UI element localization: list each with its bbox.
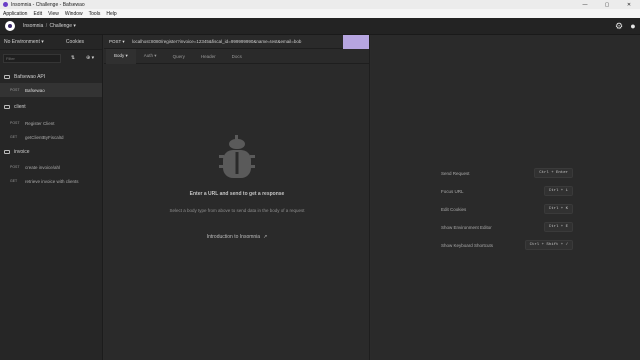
request-method: POST (10, 165, 20, 169)
sort-icon[interactable]: ⇅ (70, 55, 76, 61)
request-label: Register Client (25, 120, 55, 126)
external-link-icon: ↗ (263, 234, 268, 240)
sidebar: No Environment ▾ Cookies ⇅ ⊕ ▾ Bafsewao … (0, 35, 103, 360)
tab-auth[interactable]: Auth ▾ (136, 49, 165, 64)
request-item[interactable]: GET retrieve invoice with clients (0, 174, 102, 188)
sidebar-top: No Environment ▾ Cookies (0, 35, 102, 50)
response-pane: Send Request Ctrl + Enter Focus URL Ctrl… (371, 35, 640, 360)
breadcrumb-current[interactable]: Challenge (49, 23, 72, 29)
shortcut-keys: Ctrl + E (543, 222, 573, 232)
empty-state: Enter a URL and send to get a response S… (104, 135, 370, 240)
tab-query[interactable]: Query (165, 49, 193, 64)
shortcut-keys: Ctrl + K (543, 204, 573, 214)
folder-item[interactable]: Bafsewao API (0, 71, 102, 83)
shortcut-label: Focus URL (441, 188, 464, 194)
url-input[interactable]: localhost:8080/register?invoice=12345&fi… (132, 36, 343, 48)
introduction-link-label: Introduction to Insomnia (206, 234, 261, 240)
shortcut-row: Show Environment Editor Ctrl + E (441, 218, 573, 236)
method-select[interactable]: POST ▾ (104, 39, 132, 45)
folder-label: client (14, 104, 26, 110)
folder-icon (4, 105, 10, 109)
tab-docs[interactable]: Docs (224, 49, 250, 64)
shortcut-label: Show Environment Editor (441, 224, 492, 230)
send-button[interactable] (343, 34, 369, 49)
shortcut-keys: Ctrl + Enter (534, 168, 573, 178)
tab-body[interactable]: Body ▾ (106, 48, 136, 64)
filter-row: ⇅ ⊕ ▾ (0, 50, 102, 66)
shortcuts-list: Send Request Ctrl + Enter Focus URL Ctrl… (441, 164, 573, 254)
request-pane: POST ▾ localhost:8080/register?invoice=1… (104, 34, 370, 360)
window-controls: — ▢ ✕ (574, 0, 640, 9)
request-method: POST (10, 121, 20, 125)
request-label: Bafsewao (25, 87, 45, 93)
menu-application[interactable]: Application (3, 11, 27, 17)
shortcut-keys: Ctrl + Shift + / (524, 240, 573, 250)
introduction-link[interactable]: Introduction to Insomnia ↗ (207, 234, 268, 240)
insomnia-logo-icon[interactable] (5, 21, 15, 31)
request-label: create invoice/ahl (25, 164, 61, 170)
shortcut-row: Send Request Ctrl + Enter (441, 164, 573, 182)
folder-label: invoice (14, 149, 30, 155)
add-icon[interactable]: ⊕ ▾ (86, 55, 94, 61)
menu-help[interactable]: Help (106, 11, 116, 17)
breadcrumb-separator: / (45, 23, 48, 29)
url-bar: POST ▾ localhost:8080/register?invoice=1… (104, 34, 369, 49)
menu-bar: Application Edit View Window Tools Help (0, 9, 640, 18)
gear-icon[interactable]: ⚙ (612, 18, 626, 35)
bug-icon (219, 135, 255, 178)
minimize-icon[interactable]: — (574, 0, 596, 9)
tab-header[interactable]: Header (193, 49, 224, 64)
request-method: GET (10, 135, 18, 139)
chevron-down-icon[interactable]: ▾ (73, 23, 76, 29)
breadcrumb: Insomnia / Challenge ▾ (23, 23, 76, 29)
shortcut-label: Edit Cookies (441, 206, 467, 212)
request-tree: Bafsewao API POST Bafsewao client POST R… (0, 66, 102, 188)
window-title: Insomnia - Challenge - Bafsewao (11, 1, 85, 8)
menu-view[interactable]: View (48, 11, 59, 17)
empty-title: Enter a URL and send to get a response (189, 191, 285, 197)
cookies-button[interactable]: Cookies (66, 39, 84, 45)
request-item[interactable]: POST Bafsewao (0, 83, 102, 97)
folder-icon (4, 75, 10, 79)
environment-selector[interactable]: No Environment ▾ (4, 39, 44, 45)
request-item[interactable]: POST create invoice/ahl (0, 160, 102, 174)
breadcrumb-root[interactable]: Insomnia (23, 23, 43, 29)
folder-label: Bafsewao API (14, 74, 46, 80)
empty-subtitle: Select a body type from above to send da… (169, 208, 305, 213)
app-logo-icon (3, 2, 8, 7)
folder-item[interactable]: invoice (0, 146, 102, 158)
maximize-icon[interactable]: ▢ (596, 0, 618, 9)
close-icon[interactable]: ✕ (618, 0, 640, 9)
request-item[interactable]: POST Register Client (0, 116, 102, 130)
request-item[interactable]: GET getClientByFiscalId (0, 130, 102, 144)
shortcut-keys: Ctrl + L (543, 186, 573, 196)
app-header: Insomnia / Challenge ▾ ⚙ ● (0, 18, 640, 35)
folder-icon (4, 150, 10, 154)
folder-item[interactable]: client (0, 101, 102, 113)
shortcut-row: Edit Cookies Ctrl + K (441, 200, 573, 218)
window-titlebar: Insomnia - Challenge - Bafsewao — ▢ ✕ (0, 0, 640, 9)
shortcut-row: Focus URL Ctrl + L (441, 182, 573, 200)
menu-window[interactable]: Window (65, 11, 83, 17)
menu-tools[interactable]: Tools (89, 11, 101, 17)
filter-input[interactable] (3, 53, 61, 63)
shortcut-label: Send Request (441, 170, 470, 176)
request-method: POST (10, 88, 20, 92)
shortcut-row: Show Keyboard Shortcuts Ctrl + Shift + / (441, 236, 573, 254)
request-tabs: Body ▾ Auth ▾ Query Header Docs (104, 48, 369, 64)
menu-edit[interactable]: Edit (33, 11, 42, 17)
request-method: GET (10, 179, 18, 183)
request-label: retrieve invoice with clients (25, 178, 79, 184)
account-icon[interactable]: ● (626, 18, 640, 35)
header-actions: ⚙ ● (612, 18, 640, 35)
request-label: getClientByFiscalId (25, 134, 64, 140)
shortcut-label: Show Keyboard Shortcuts (441, 242, 494, 248)
